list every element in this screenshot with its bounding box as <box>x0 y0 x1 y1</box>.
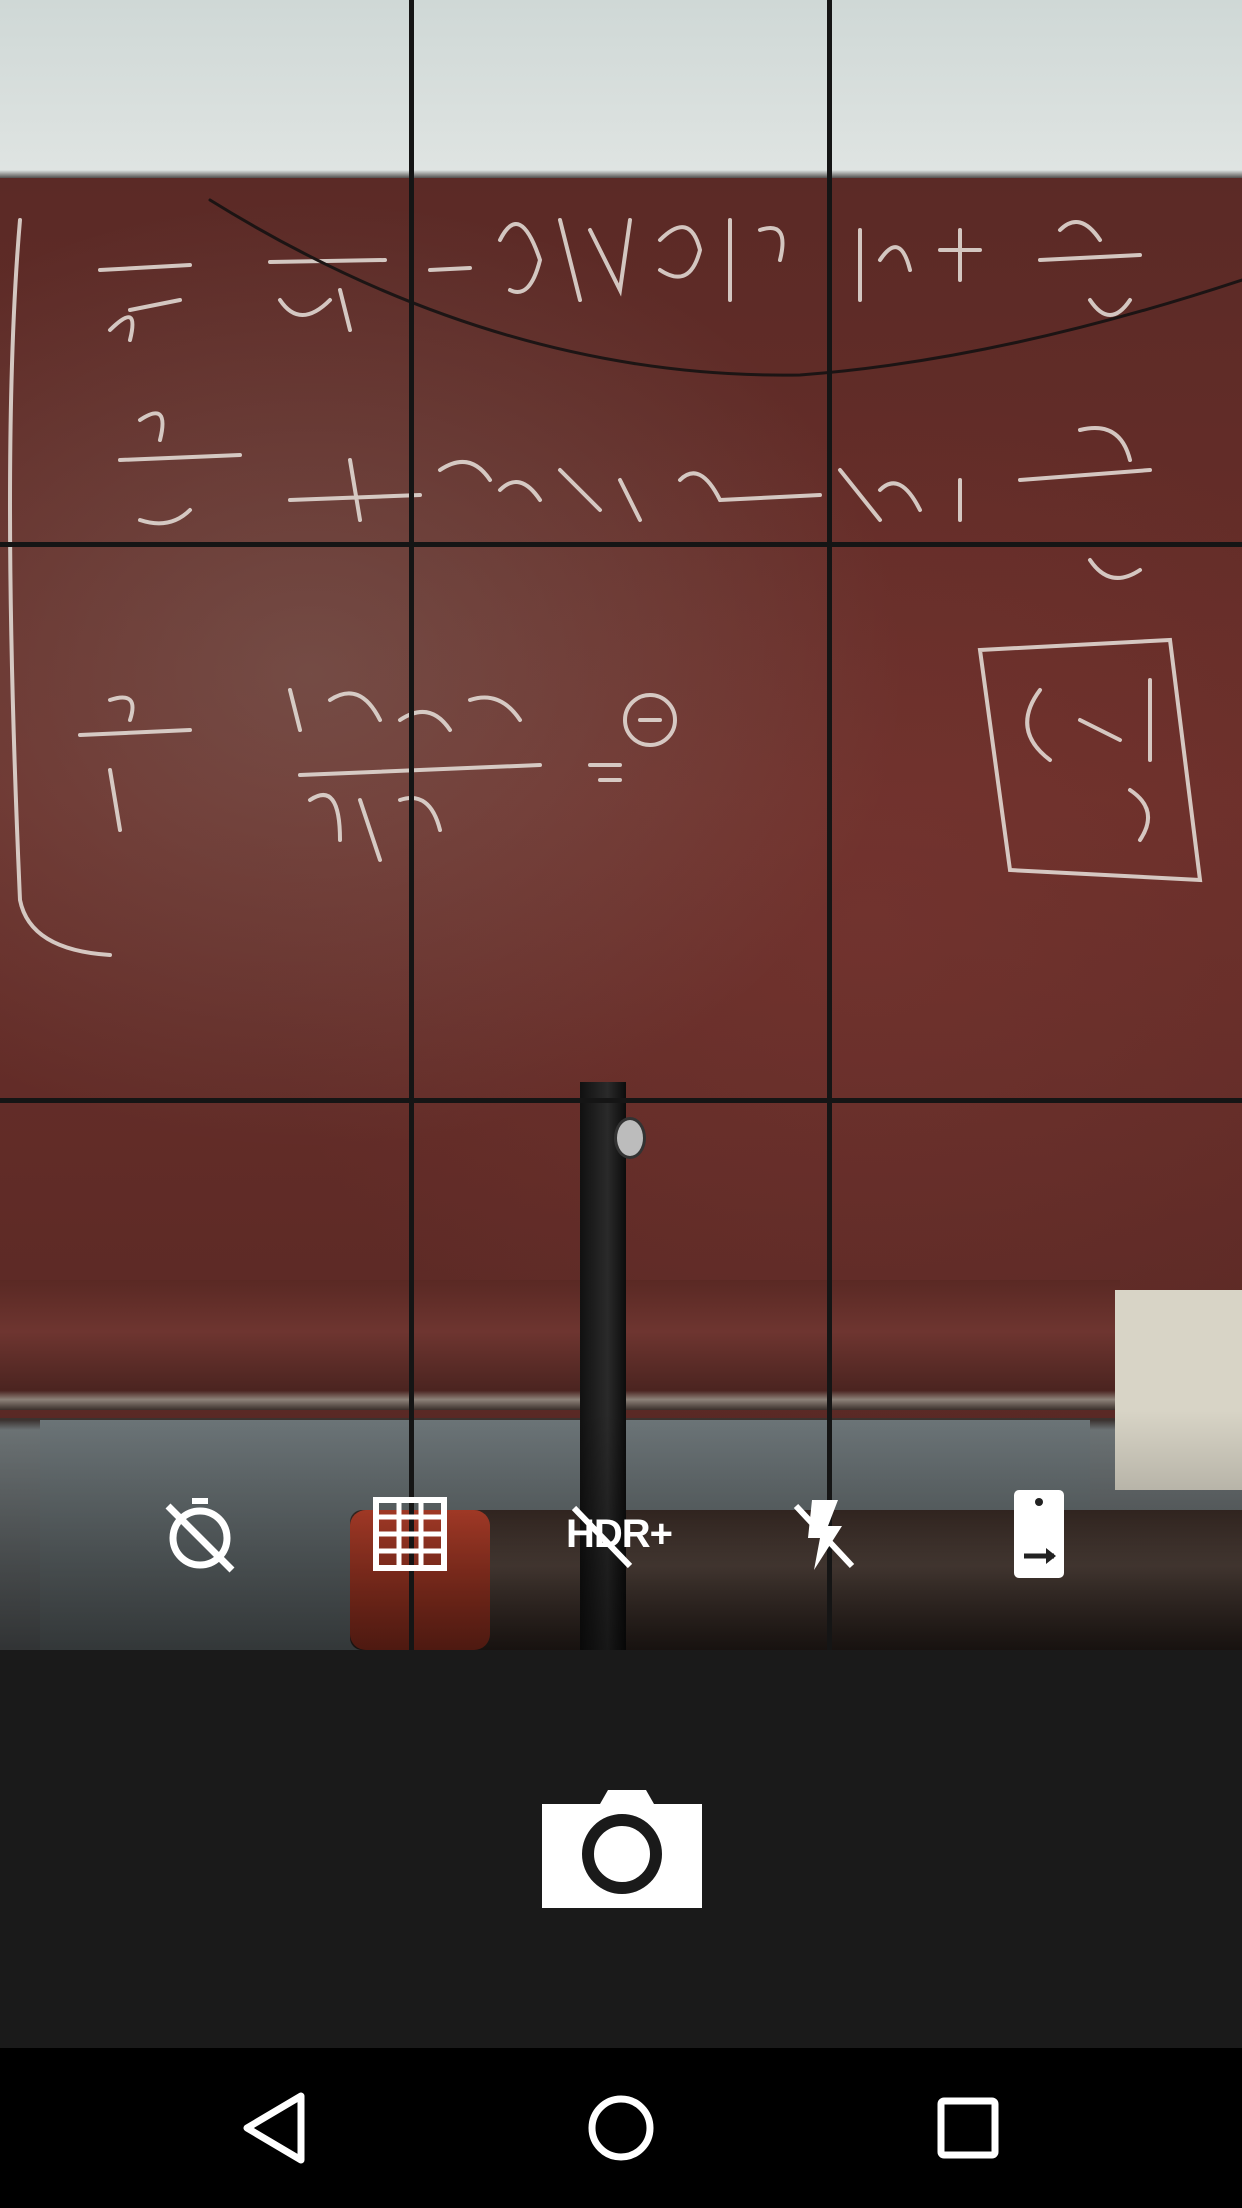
flash-off-icon <box>793 1500 855 1570</box>
recents-square-icon <box>937 2097 999 2159</box>
camera-shutter-icon <box>542 1790 702 1908</box>
home-button[interactable] <box>569 2076 673 2180</box>
back-triangle-icon <box>243 2092 305 2164</box>
grid-line-vertical-1 <box>409 0 414 1650</box>
recents-button[interactable] <box>916 2076 1020 2180</box>
camera-viewfinder[interactable]: HDR+ <box>0 0 1242 1650</box>
back-button[interactable] <box>222 2076 326 2180</box>
timer-button[interactable] <box>152 1486 248 1582</box>
grid-line-vertical-2 <box>827 0 832 1650</box>
home-circle-icon <box>588 2095 654 2161</box>
hdr-plus-off-icon <box>571 1505 633 1569</box>
system-navigation-bar <box>0 2048 1242 2208</box>
grid-button[interactable] <box>362 1486 458 1582</box>
flash-button[interactable] <box>776 1486 872 1582</box>
shutter-button[interactable] <box>542 1784 702 1908</box>
grid-line-horizontal-1 <box>0 542 1242 547</box>
grid-line-horizontal-2 <box>0 1098 1242 1103</box>
grid-icon <box>373 1497 447 1571</box>
chalkboard-ledge <box>0 1280 1120 1410</box>
pole-knob <box>614 1117 646 1159</box>
hdr-button[interactable]: HDR+ <box>560 1486 678 1582</box>
switch-camera-icon <box>1014 1490 1064 1578</box>
switch-camera-button[interactable] <box>990 1486 1086 1582</box>
timer-off-icon <box>165 1498 235 1573</box>
